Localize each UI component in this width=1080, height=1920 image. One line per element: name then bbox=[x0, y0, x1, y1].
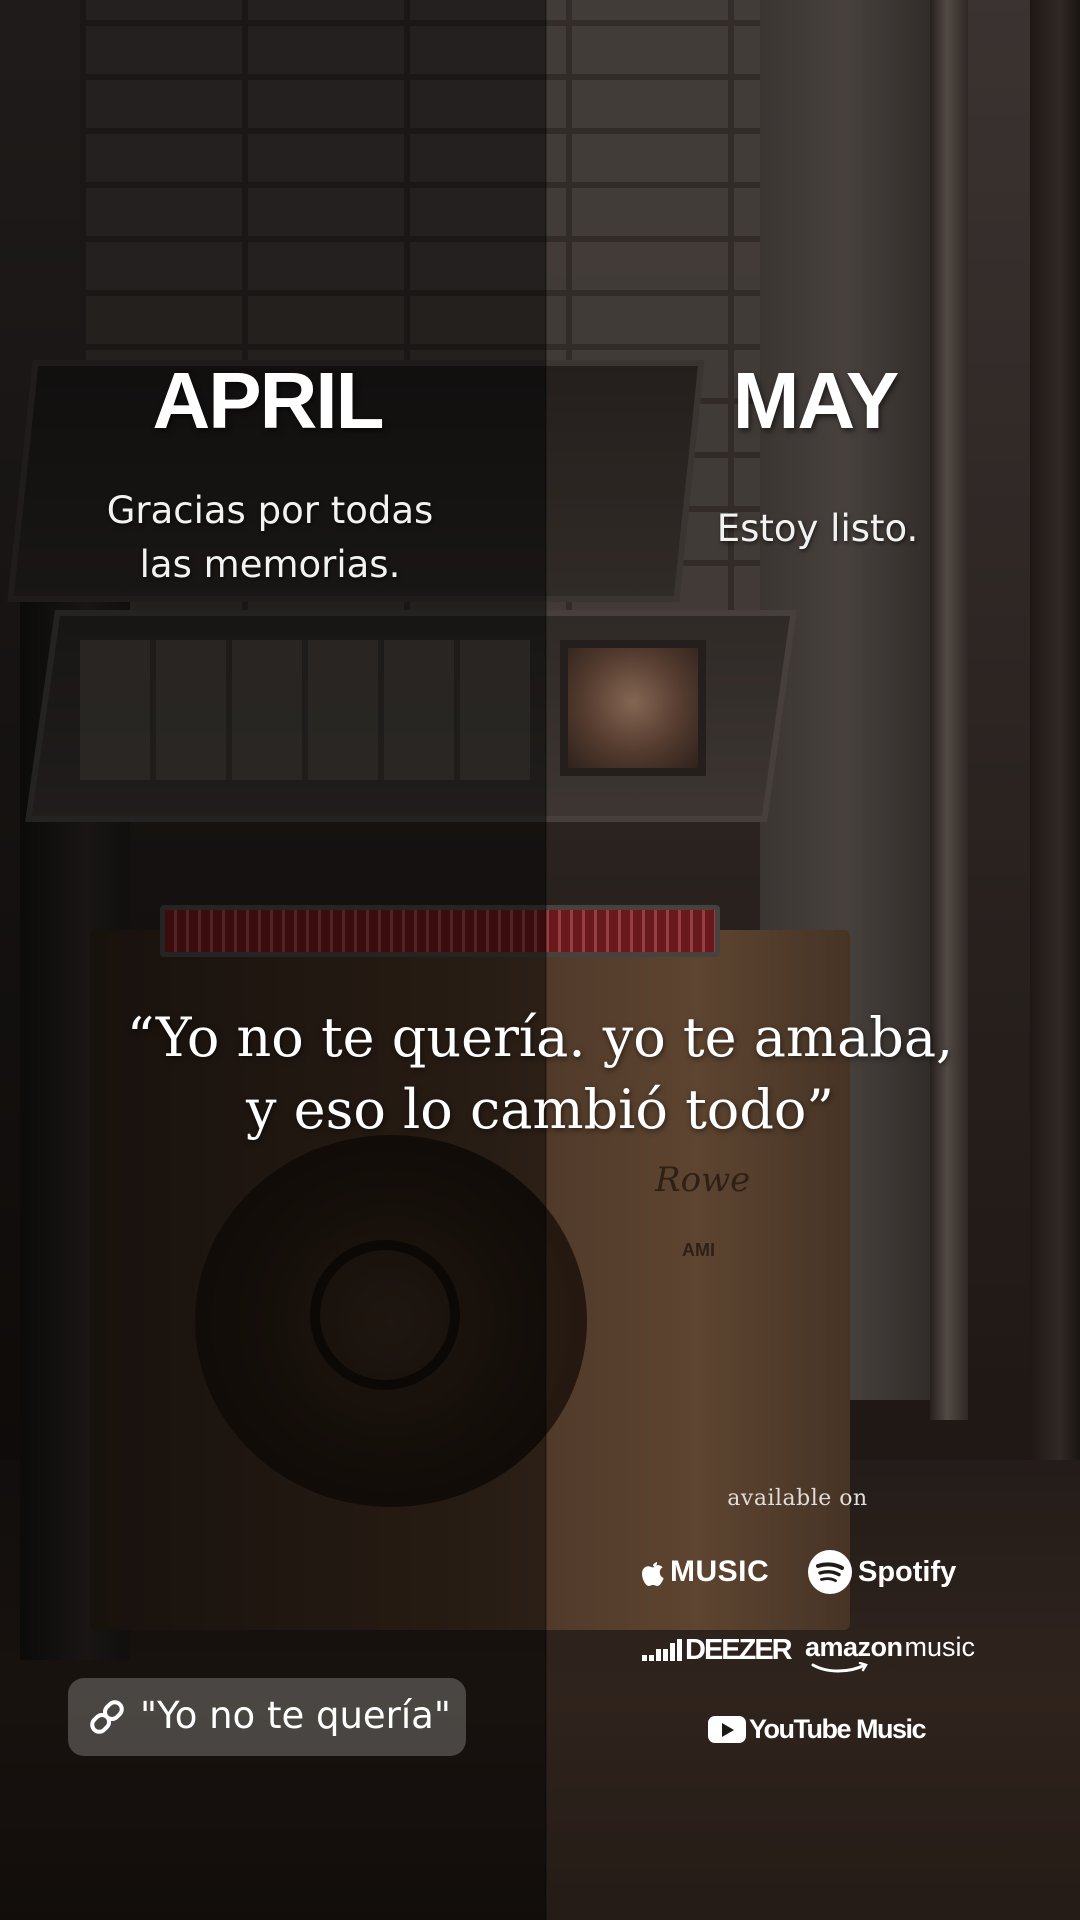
quote-line2: y eso lo cambió todo” bbox=[245, 1078, 834, 1141]
link-sticker[interactable]: "Yo no te quería" bbox=[68, 1678, 466, 1756]
apple-icon bbox=[642, 1562, 664, 1586]
spotify-logo: Spotify bbox=[808, 1547, 968, 1597]
amazon-music-label: music bbox=[904, 1631, 976, 1662]
may-subtitle: Estoy listo. bbox=[716, 507, 919, 550]
apple-music-logo: MUSIC bbox=[640, 1547, 775, 1597]
spotify-icon bbox=[808, 1550, 852, 1594]
spotify-label: Spotify bbox=[858, 1555, 957, 1588]
quote-line1: “Yo no te quería. yo te amaba, bbox=[126, 1006, 954, 1069]
apple-music-label: MUSIC bbox=[670, 1555, 770, 1588]
link-sticker-label: "Yo no te quería" bbox=[140, 1694, 451, 1737]
deezer-logo: DEEZER bbox=[642, 1625, 793, 1675]
may-heading: MAY bbox=[732, 356, 899, 445]
april-subtitle-line1: Gracias por todas bbox=[106, 489, 434, 532]
amazon-label: amazon bbox=[805, 1631, 903, 1662]
deezer-icon bbox=[642, 1639, 682, 1661]
quote-text: “Yo no te quería. yo te amaba, y eso lo … bbox=[80, 1002, 1000, 1146]
april-subtitle: Gracias por todas las memorias. bbox=[80, 484, 460, 592]
april-heading: APRIL bbox=[152, 356, 385, 445]
amazon-music-logo: amazon music bbox=[805, 1622, 975, 1672]
deezer-label: DEEZER bbox=[685, 1633, 793, 1666]
youtube-music-logo: YouTube Music bbox=[708, 1704, 927, 1754]
split-divider bbox=[545, 0, 547, 1920]
left-dark-overlay bbox=[0, 0, 546, 1920]
youtube-play-icon bbox=[708, 1715, 746, 1743]
link-icon bbox=[90, 1700, 124, 1734]
youtube-music-label: YouTube Music bbox=[749, 1713, 927, 1744]
amazon-music-wordmark: amazon music bbox=[805, 1631, 976, 1672]
available-on-heading: available on bbox=[727, 1486, 868, 1511]
april-subtitle-line2: las memorias. bbox=[139, 543, 401, 586]
amazon-smile-icon bbox=[811, 1661, 868, 1672]
